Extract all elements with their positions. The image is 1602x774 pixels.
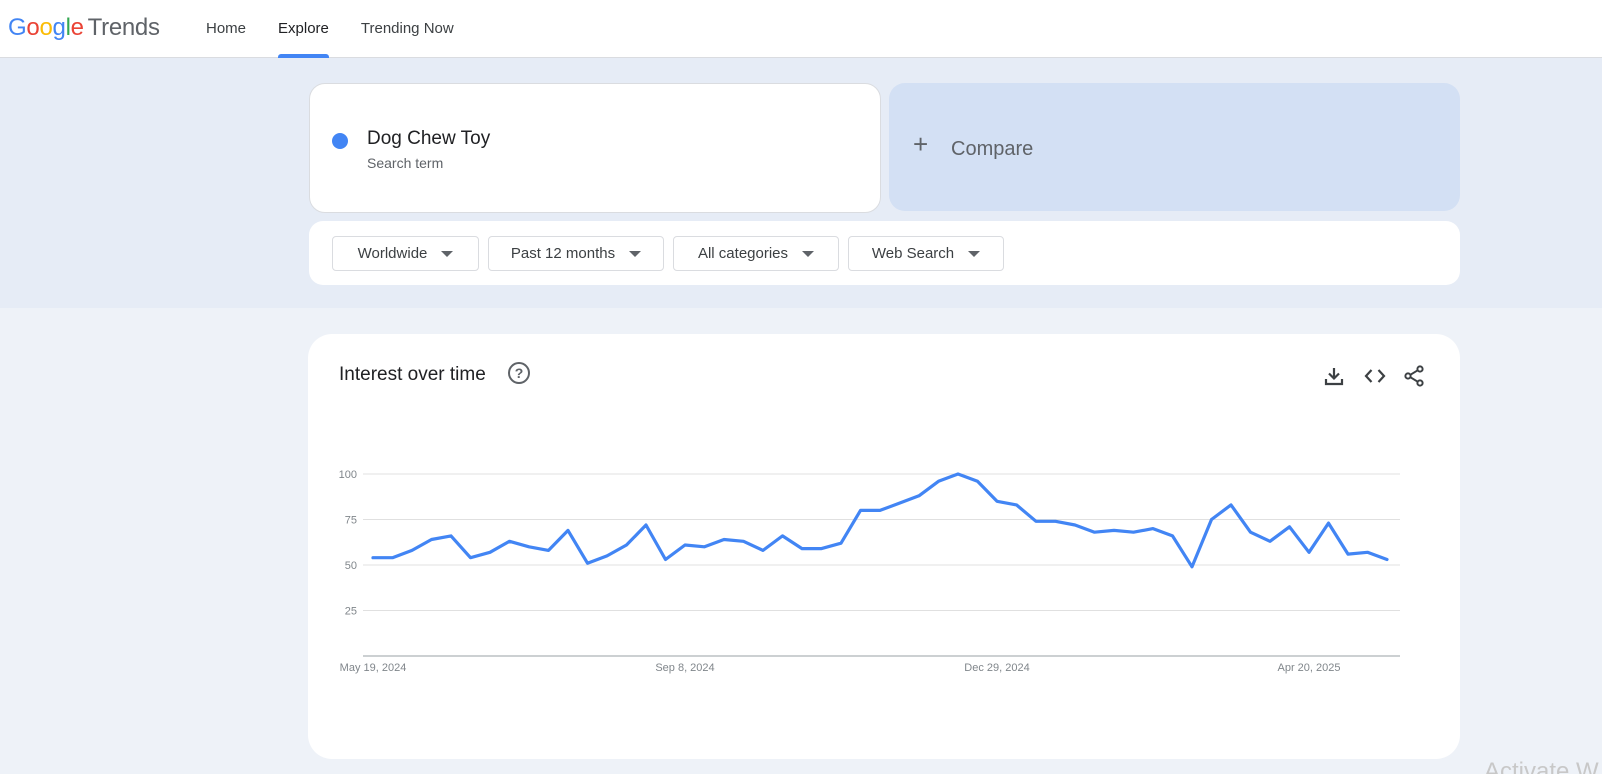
logo-letter: o (39, 14, 53, 41)
logo-letter: o (26, 14, 40, 41)
filter-search-type-label: Web Search (871, 245, 955, 262)
x-tick-label: Dec 29, 2024 (964, 662, 1029, 674)
compare-label: Compare (951, 138, 1034, 160)
nav-home[interactable]: Home (190, 0, 262, 58)
x-tick-label: May 19, 2024 (340, 662, 407, 674)
x-tick-label: Apr 20, 2025 (1278, 662, 1341, 674)
top-bar: Google Trends Home Explore Trending Now (0, 0, 1602, 58)
filter-time-range-label: Past 12 months (510, 245, 616, 262)
y-tick-label: 25 (345, 606, 357, 618)
series-line[interactable] (371, 472, 1389, 569)
filter-time-range[interactable]: Past 12 months (488, 236, 664, 271)
dropdown-arrow-icon (441, 250, 454, 257)
plus-icon: + (913, 129, 929, 159)
main-nav: Home Explore Trending Now (190, 0, 470, 58)
interest-over-time-card: Interest over time ? 25 50 75 100 May 19, 20… (308, 334, 1460, 759)
search-term-name: Dog Chew Toy (367, 128, 491, 149)
filter-category-label: All categories (697, 245, 789, 262)
filter-category[interactable]: All categories (673, 236, 839, 271)
dropdown-arrow-icon (968, 250, 981, 257)
filter-search-type[interactable]: Web Search (848, 236, 1004, 271)
search-term-card[interactable]: Dog Chew Toy Search term (309, 83, 881, 213)
logo-letter: e (70, 14, 84, 41)
interest-line-chart: 25 50 75 100 May 19, 2024 Sep 8, 2024 Dec 29, … (339, 469, 1400, 674)
term-color-dot (332, 133, 348, 149)
filter-location-label: Worldwide (357, 245, 428, 262)
activation-watermark: Activate W (1484, 758, 1599, 774)
dropdown-arrow-icon (802, 250, 815, 257)
google-trends-logo[interactable]: Google Trends (8, 14, 160, 42)
filter-bar: Worldwide Past 12 months All categories … (309, 221, 1460, 285)
compare-button[interactable]: + Compare (889, 83, 1460, 211)
dropdown-arrow-icon (629, 250, 642, 257)
logo-letter: G (8, 14, 27, 41)
y-tick-label: 75 (345, 515, 357, 527)
filter-location[interactable]: Worldwide (332, 236, 479, 271)
logo-product-name: Trends (87, 14, 160, 41)
logo-letter: g (52, 14, 66, 41)
nav-explore[interactable]: Explore (262, 0, 345, 58)
nav-trending-now[interactable]: Trending Now (345, 0, 470, 58)
y-tick-label: 50 (345, 560, 357, 572)
y-tick-label: 100 (339, 469, 357, 481)
search-term-subtitle: Search term (367, 155, 444, 171)
x-tick-label: Sep 8, 2024 (655, 662, 714, 674)
